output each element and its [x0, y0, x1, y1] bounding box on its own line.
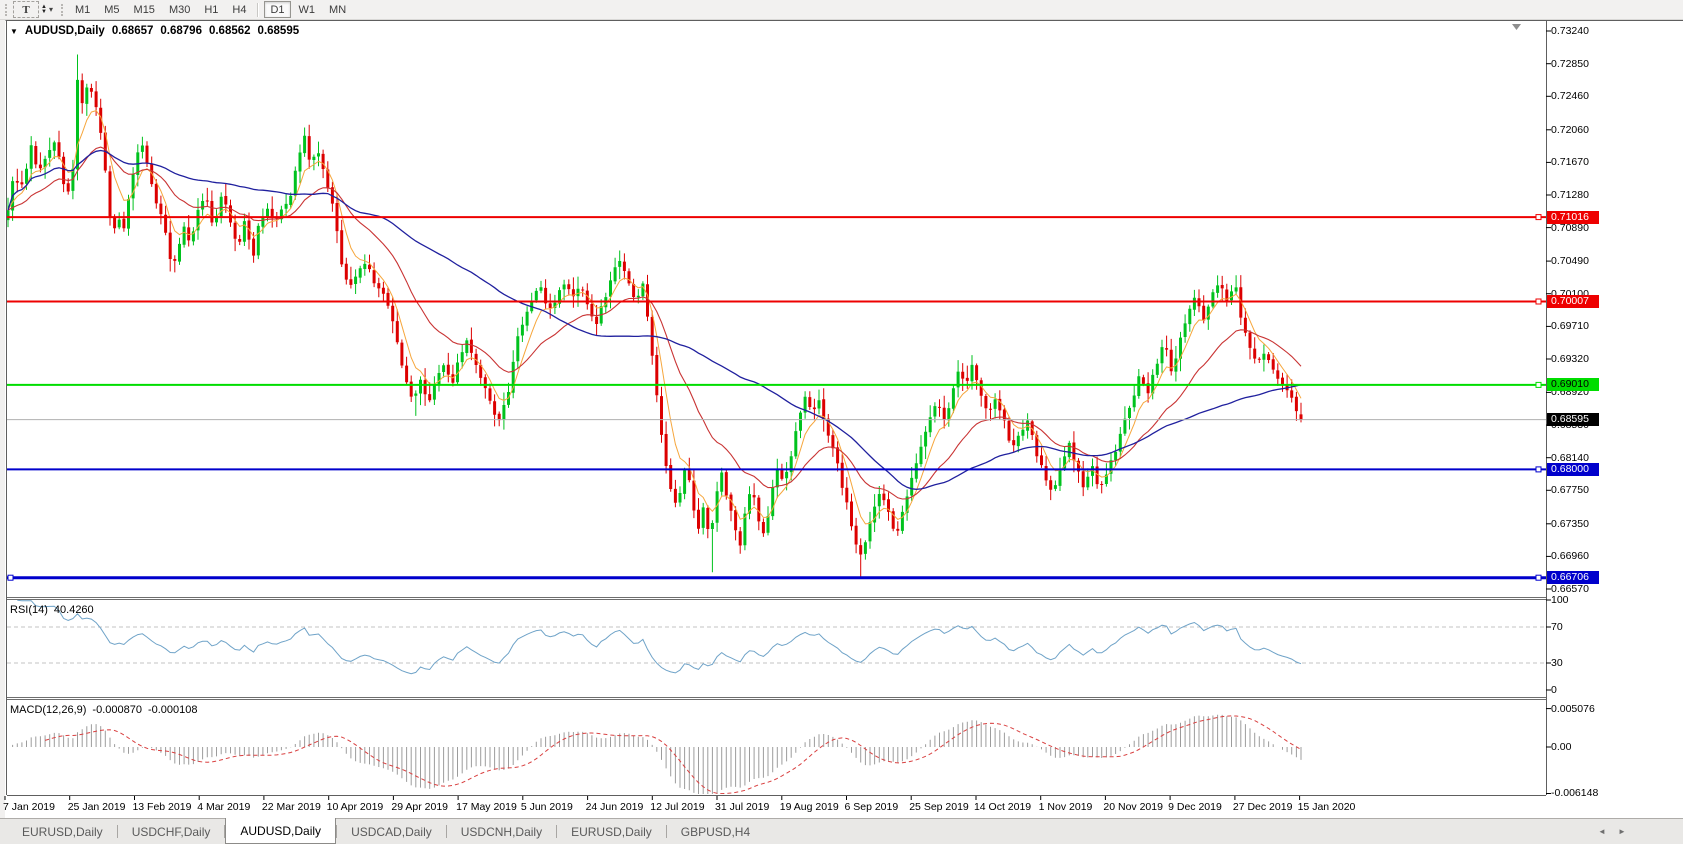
date-axis-tick: 19 Aug 2019 [780, 801, 839, 813]
toolbar-separator [257, 3, 259, 17]
price-axis-tick: 0.71670 [1551, 156, 1589, 168]
price-axis-tick: 0.68140 [1551, 452, 1589, 464]
rsi-axis-tick: 100 [1551, 594, 1569, 606]
rsi-axis-tick: 30 [1551, 657, 1563, 669]
chart-tab-eurusd-daily[interactable]: EURUSD,Daily [8, 819, 117, 844]
price-axis-tick: 0.73240 [1551, 25, 1589, 37]
date-axis-tick: 5 Jun 2019 [521, 801, 573, 813]
price-level-badge: 0.71016 [1547, 211, 1599, 224]
chart-tab-eurusd-daily[interactable]: EURUSD,Daily [557, 819, 666, 844]
chart-tab-bar: EURUSD,DailyUSDCHF,DailyAUDUSD,DailyUSDC… [0, 818, 1683, 844]
macd-indicator-label: MACD(12,26,9) -0.000870 -0.000108 [10, 704, 198, 716]
chart-tab-usdcnh-daily[interactable]: USDCNH,Daily [447, 819, 556, 844]
price-level-badge: 0.70007 [1547, 295, 1599, 308]
down-arrow-glyph: ▼ [41, 10, 47, 15]
date-axis-tick: 20 Nov 2019 [1103, 801, 1163, 813]
toolbar-grip[interactable] [61, 4, 63, 16]
timeframe-button-m30[interactable]: M30 [163, 1, 196, 18]
timeframe-button-h4[interactable]: H4 [226, 1, 252, 18]
date-axis-tick: 10 Apr 2019 [327, 801, 384, 813]
macd-axis-tick: 0.00 [1551, 741, 1571, 753]
chart-tab-gbpusd-h4[interactable]: GBPUSD,H4 [667, 819, 764, 844]
ohlc-high: 0.68796 [160, 25, 202, 37]
toolbar: T▲▼▾ M1M5M15M30H1H4 D1W1MN [0, 0, 1683, 20]
macd-main-value: -0.000870 [92, 704, 142, 716]
price-axis-tick: 0.67350 [1551, 518, 1589, 530]
timeframe-button-h1[interactable]: H1 [198, 1, 224, 18]
date-axis-tick: 25 Sep 2019 [909, 801, 969, 813]
price-axis-tick: 0.69710 [1551, 320, 1589, 332]
chart-tab-usdchf-daily[interactable]: USDCHF,Daily [118, 819, 225, 844]
collapse-triangle-icon[interactable]: ▼ [10, 27, 18, 36]
current-price-badge: 0.68595 [1547, 413, 1599, 426]
macd-axis-tick: 0.005076 [1551, 703, 1595, 715]
chart-tab-usdcad-daily[interactable]: USDCAD,Daily [337, 819, 446, 844]
price-axis-tick: 0.66960 [1551, 550, 1589, 562]
price-axis-tick: 0.71280 [1551, 189, 1589, 201]
price-chart-canvas[interactable] [0, 0, 1683, 843]
macd-signal-value: -0.000108 [148, 704, 198, 716]
date-axis-tick: 6 Sep 2019 [844, 801, 898, 813]
timeframe-button-mn[interactable]: MN [323, 1, 352, 18]
date-axis-tick: 7 Jan 2019 [3, 801, 55, 813]
arrows-tool-icon[interactable]: ▲▼ [41, 3, 47, 17]
ohlc-open: 0.68657 [112, 25, 154, 37]
price-level-badge: 0.69010 [1547, 378, 1599, 391]
chart-title: ▼ AUDUSD,Daily 0.68657 0.68796 0.68562 0… [10, 25, 299, 37]
date-axis-tick: 22 Mar 2019 [262, 801, 321, 813]
ohlc-low: 0.68562 [209, 25, 251, 37]
date-axis-tick: 14 Oct 2019 [974, 801, 1031, 813]
date-axis-tick: 15 Jan 2020 [1298, 801, 1356, 813]
macd-axis-tick: -0.006148 [1551, 787, 1598, 799]
date-axis-tick: 25 Jan 2019 [68, 801, 126, 813]
timeframe-button-w1[interactable]: W1 [293, 1, 322, 18]
tabbar-pad [0, 819, 8, 844]
rsi-value: 40.4260 [54, 604, 94, 616]
price-level-badge: 0.68000 [1547, 463, 1599, 476]
date-axis-tick: 24 Jun 2019 [586, 801, 644, 813]
date-axis-tick: 12 Jul 2019 [650, 801, 704, 813]
date-axis-tick: 29 Apr 2019 [391, 801, 448, 813]
price-level-badge: 0.66706 [1547, 571, 1599, 584]
timeframe-button-m15[interactable]: M15 [128, 1, 161, 18]
timeframe-button-m1[interactable]: M1 [69, 1, 96, 18]
price-axis-tick: 0.70490 [1551, 255, 1589, 267]
rsi-axis-tick: 0 [1551, 684, 1557, 696]
price-axis-tick: 0.67750 [1551, 484, 1589, 496]
date-axis-tick: 9 Dec 2019 [1168, 801, 1222, 813]
date-axis-tick: 27 Dec 2019 [1233, 801, 1293, 813]
tab-scroll-right-icon[interactable]: ► [1614, 824, 1630, 839]
rsi-indicator-label: RSI(14) 40.4260 [10, 604, 94, 616]
date-axis-tick: 31 Jul 2019 [715, 801, 769, 813]
price-axis-tick: 0.72060 [1551, 124, 1589, 136]
tab-scroll-left-icon[interactable]: ◄ [1594, 824, 1610, 839]
ohlc-close: 0.68595 [258, 25, 300, 37]
text-label-tool-button[interactable]: T [13, 1, 39, 18]
price-axis-tick: 0.69320 [1551, 353, 1589, 365]
date-axis-tick: 1 Nov 2019 [1039, 801, 1093, 813]
macd-name: MACD(12,26,9) [10, 704, 86, 716]
date-axis-tick: 17 May 2019 [456, 801, 517, 813]
date-axis-tick: 13 Feb 2019 [132, 801, 191, 813]
timeframe-button-m5[interactable]: M5 [98, 1, 125, 18]
toolbar-grip[interactable] [5, 4, 7, 16]
chart-tab-audusd-daily[interactable]: AUDUSD,Daily [225, 818, 336, 844]
rsi-name: RSI(14) [10, 604, 48, 616]
dropdown-caret-icon[interactable]: ▾ [49, 5, 53, 14]
rsi-axis-tick: 70 [1551, 621, 1563, 633]
price-axis-tick: 0.72850 [1551, 58, 1589, 70]
price-axis-tick: 0.72460 [1551, 90, 1589, 102]
symbol-timeframe-label: AUDUSD,Daily [25, 25, 105, 37]
timeframe-button-d1[interactable]: D1 [264, 1, 290, 18]
date-axis-tick: 4 Mar 2019 [197, 801, 250, 813]
